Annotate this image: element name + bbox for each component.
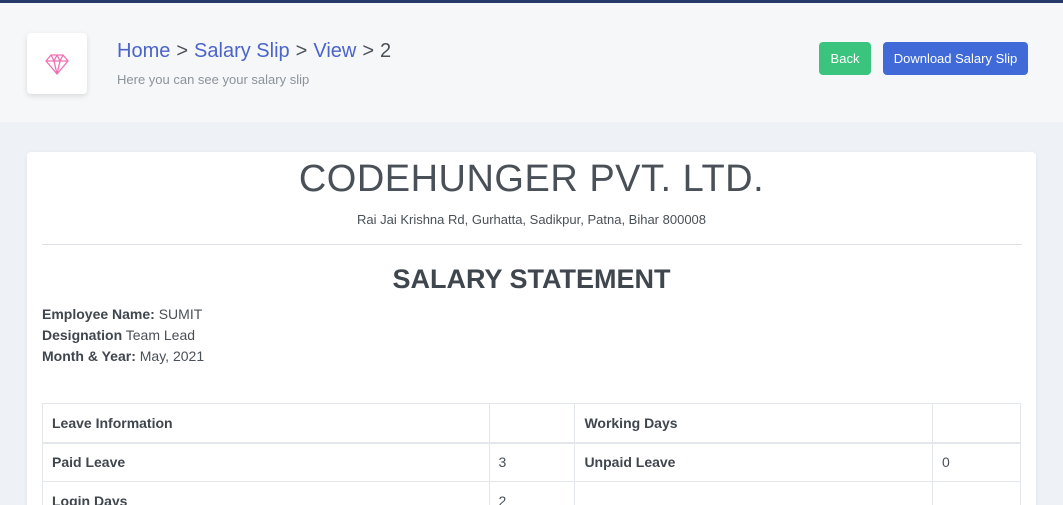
table-row: Leave Information Working Days bbox=[42, 403, 1021, 444]
login-days-label: Login Days bbox=[42, 481, 490, 505]
employee-name-label: Employee Name: bbox=[42, 306, 155, 322]
download-salary-slip-button[interactable]: Download Salary Slip bbox=[883, 42, 1028, 75]
login-days-value: 2 bbox=[488, 481, 576, 505]
month-year-row: Month & Year: May, 2021 bbox=[42, 348, 204, 364]
table-cell bbox=[574, 481, 934, 505]
breadcrumb-salary-slip[interactable]: Salary Slip bbox=[194, 40, 290, 62]
page-title-bar: Home > Salary Slip > View >2 Here you can see… bbox=[0, 3, 1063, 122]
employee-name-row: Employee Name: SUMIT bbox=[42, 306, 202, 322]
designation-value: Team Lead bbox=[125, 327, 196, 343]
employee-name-value: SUMIT bbox=[158, 306, 203, 322]
breadcrumb-home[interactable]: Home bbox=[117, 40, 170, 62]
breadcrumb-view[interactable]: View bbox=[313, 40, 356, 62]
page-icon-box bbox=[27, 33, 87, 94]
salary-slip-card: CODEHUNGER PVT. LTD. Rai Jai Krishna Rd,… bbox=[27, 152, 1036, 505]
leave-information-header: Leave Information bbox=[42, 403, 490, 444]
company-name: CODEHUNGER PVT. LTD. bbox=[298, 158, 765, 200]
paid-leave-label: Paid Leave bbox=[42, 442, 490, 482]
breadcrumb: Home > Salary Slip > View >2 bbox=[117, 40, 391, 63]
breadcrumb-separator: > bbox=[362, 40, 375, 62]
table-cell bbox=[488, 403, 576, 444]
diamond-icon bbox=[45, 53, 69, 75]
table-cell bbox=[932, 481, 1021, 505]
table-cell bbox=[932, 403, 1021, 444]
back-button[interactable]: Back bbox=[819, 42, 871, 75]
page-subtitle: Here you can see your salary slip bbox=[117, 72, 310, 87]
table-row: Paid Leave 3 Unpaid Leave 0 bbox=[42, 442, 1021, 482]
breadcrumb-current: 2 bbox=[380, 40, 392, 62]
divider bbox=[42, 244, 1022, 245]
month-year-label: Month & Year: bbox=[42, 348, 136, 364]
month-year-value: May, 2021 bbox=[139, 348, 205, 364]
working-days-header: Working Days bbox=[574, 403, 934, 444]
designation-row: Designation Team Lead bbox=[42, 327, 195, 343]
table-row: Login Days 2 bbox=[42, 481, 1021, 505]
designation-label: Designation bbox=[42, 327, 123, 343]
statement-title: SALARY STATEMENT bbox=[392, 264, 671, 294]
unpaid-leave-value: 0 bbox=[932, 442, 1021, 482]
paid-leave-value: 3 bbox=[488, 442, 576, 482]
breadcrumb-separator: > bbox=[176, 40, 189, 62]
unpaid-leave-label: Unpaid Leave bbox=[574, 442, 934, 482]
leave-table: Leave Information Working Days Paid Leav… bbox=[42, 403, 1021, 505]
company-address: Rai Jai Krishna Rd, Gurhatta, Sadikpur, … bbox=[356, 212, 707, 227]
breadcrumb-separator: > bbox=[295, 40, 308, 62]
